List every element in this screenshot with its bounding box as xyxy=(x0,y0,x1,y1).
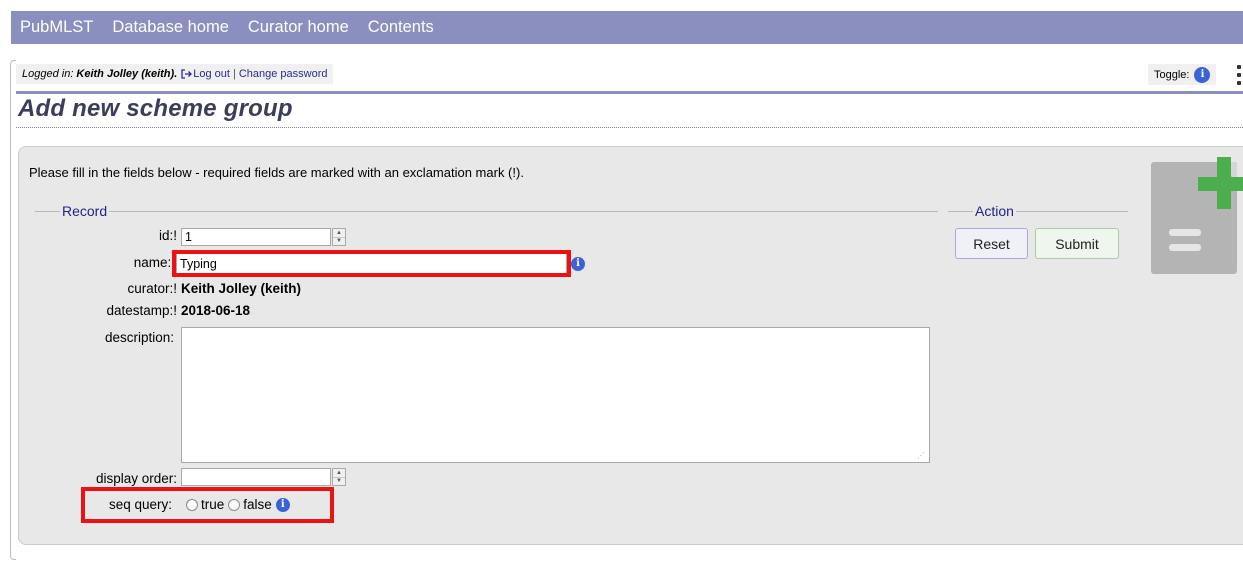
radio-true-label: true xyxy=(201,497,225,512)
name-input[interactable] xyxy=(176,253,567,274)
login-prefix: Logged in: xyxy=(22,68,74,80)
curator-value: Keith Jolley (keith) xyxy=(181,281,302,296)
reset-button[interactable]: Reset xyxy=(955,228,1028,259)
description-textarea[interactable] xyxy=(181,327,930,463)
description-label: description: xyxy=(104,330,174,345)
seq-query-true-option[interactable]: true xyxy=(186,497,224,512)
seq-query-options: true false i xyxy=(186,497,290,512)
info-icon[interactable]: i xyxy=(275,497,290,512)
logout-link[interactable]: Log out xyxy=(193,68,230,80)
radio-false[interactable] xyxy=(228,498,241,511)
curator-label: curator:! xyxy=(127,281,177,296)
page-title: Add new scheme group xyxy=(18,95,293,122)
resize-grip-icon[interactable]: ⋰ xyxy=(917,451,927,461)
radio-false-label: false xyxy=(243,497,272,512)
nav-curator-home[interactable]: Curator home xyxy=(248,18,349,37)
info-icon[interactable]: i xyxy=(1194,66,1211,83)
document-add-icon xyxy=(1151,157,1243,274)
logged-in-user: Keith Jolley (keith). xyxy=(76,68,178,80)
display-order-input[interactable] xyxy=(181,468,331,486)
sign-out-icon[interactable] xyxy=(181,69,193,79)
id-label: id:! xyxy=(158,228,177,243)
change-password-link[interactable]: Change password xyxy=(239,68,328,80)
login-bar: Logged in: Keith Jolley (keith). Log out… xyxy=(16,64,334,84)
header-divider xyxy=(16,91,1243,94)
toggle-label: Toggle: xyxy=(1154,68,1190,81)
id-stepper[interactable]: ▲ ▼ xyxy=(332,228,346,246)
submit-button[interactable]: Submit xyxy=(1035,228,1119,259)
login-separator: | xyxy=(232,68,236,80)
record-fieldset: Record xyxy=(35,203,938,219)
record-legend: Record xyxy=(62,203,108,219)
kebab-menu-icon[interactable] xyxy=(1236,65,1242,85)
datestamp-value: 2018-06-18 xyxy=(181,303,251,318)
title-divider xyxy=(16,127,1243,128)
seq-query-label: seq query: xyxy=(108,497,172,512)
seq-query-false-option[interactable]: false xyxy=(228,497,272,512)
top-navbar: PubMLST Database home Curator home Conte… xyxy=(11,11,1243,44)
name-label: name:! xyxy=(133,255,175,270)
tooltip-toggle[interactable]: Toggle: i xyxy=(1148,64,1217,85)
action-fieldset: Action xyxy=(948,203,1128,219)
nav-contents[interactable]: Contents xyxy=(368,18,434,37)
action-legend: Action xyxy=(975,203,1014,219)
datestamp-label: datestamp:! xyxy=(106,303,177,318)
form-instructions: Please fill in the fields below - requir… xyxy=(29,165,524,180)
nav-pubmlst[interactable]: PubMLST xyxy=(20,18,93,37)
display-order-label: display order: xyxy=(95,471,177,486)
display-order-stepper[interactable]: ▲ ▼ xyxy=(332,468,346,486)
content-frame xyxy=(10,60,16,560)
nav-database-home[interactable]: Database home xyxy=(112,18,229,37)
radio-true[interactable] xyxy=(186,498,198,511)
info-icon[interactable]: i xyxy=(571,257,585,271)
id-input[interactable] xyxy=(181,228,331,246)
